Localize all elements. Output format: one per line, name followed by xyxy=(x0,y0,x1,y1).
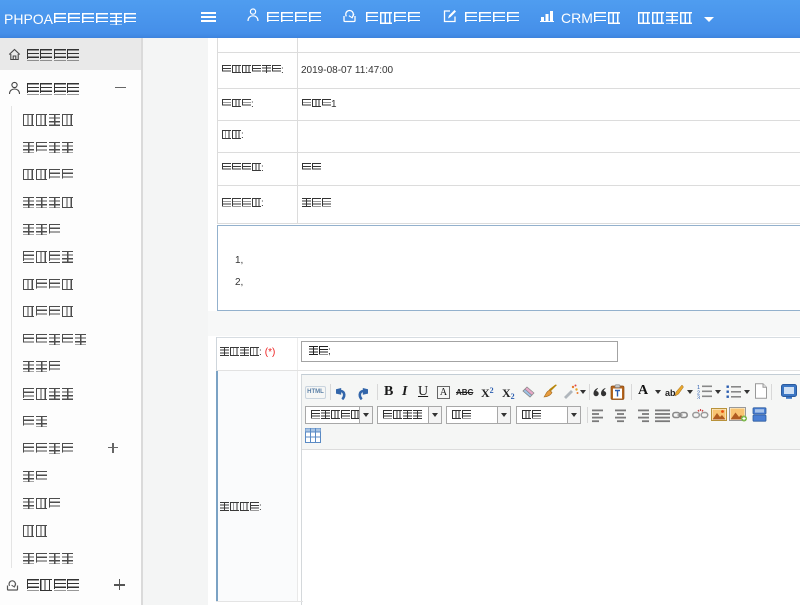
svg-text:3: 3 xyxy=(697,396,700,400)
svg-text:ab: ab xyxy=(665,388,676,398)
